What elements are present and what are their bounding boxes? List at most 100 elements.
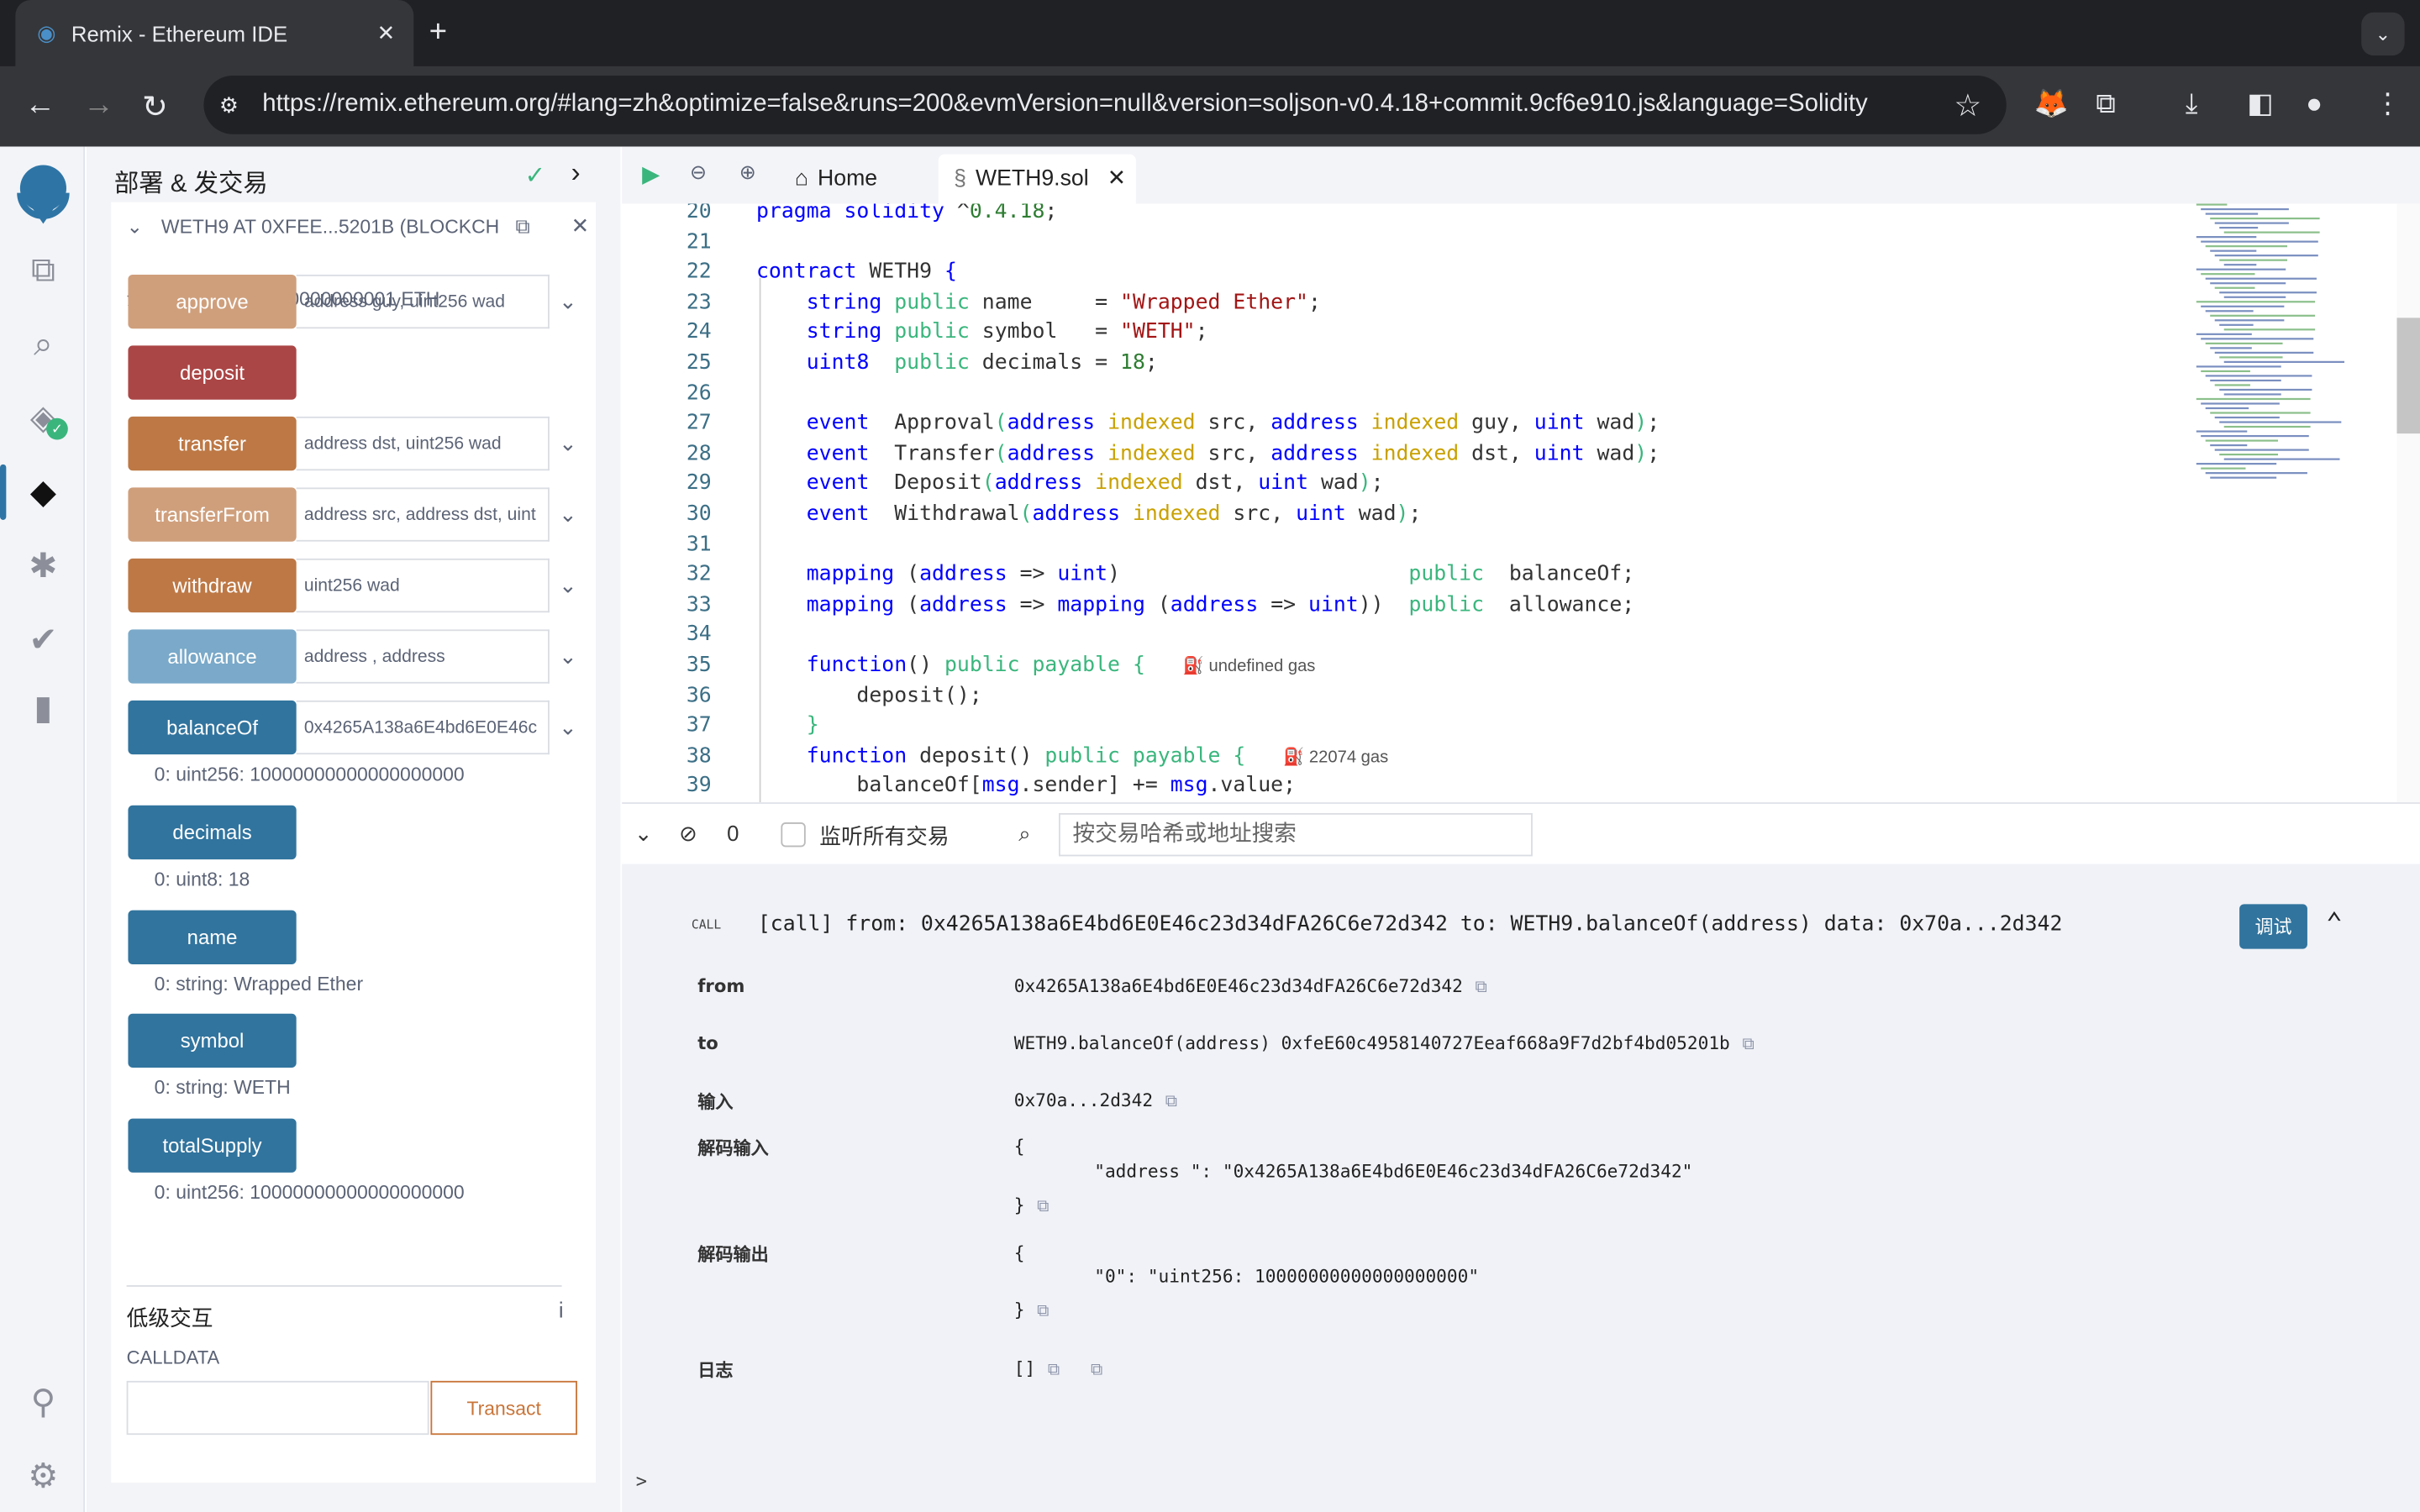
balanceOf-button[interactable]: balanceOf [128, 700, 297, 755]
browser-menu-icon[interactable]: ⋮ [2374, 88, 2402, 121]
code-line[interactable]: mapping (address => mapping (address => … [756, 592, 1634, 617]
code-line[interactable]: pragma solidity ^0.4.18; [756, 203, 1057, 223]
copy-icon[interactable]: ⧉ [1476, 977, 1487, 997]
totalSupply-button[interactable]: totalSupply [128, 1118, 297, 1173]
name-button[interactable]: name [128, 910, 297, 964]
clear-icon[interactable]: ⊘ [679, 821, 697, 847]
code-line[interactable]: } [756, 713, 819, 738]
code-line[interactable]: event Transfer(address indexed src, addr… [756, 441, 1660, 465]
code-line[interactable]: function() public payable { ⛽ undefined … [756, 653, 1316, 677]
new-tab-icon[interactable]: + [429, 15, 447, 50]
expand-chevron-icon[interactable]: ⌄ [550, 559, 587, 612]
site-info-icon[interactable]: ⚙ [219, 92, 239, 118]
transfer-button[interactable]: transfer [128, 416, 297, 471]
expand-chevron-icon[interactable]: ⌄ [550, 417, 587, 470]
symbol-button[interactable]: symbol [128, 1013, 297, 1068]
zoom-in-icon[interactable]: ⊕ [739, 160, 756, 185]
close-tab-icon[interactable]: ✕ [1107, 166, 1126, 191]
allowance-button[interactable]: allowance [128, 629, 297, 684]
code-line[interactable]: string public name = "Wrapped Ether"; [756, 290, 1321, 314]
remix-logo-icon[interactable] [8, 159, 78, 229]
minimap[interactable] [2196, 203, 2381, 481]
address-bar[interactable]: ⚙ https://remix.ethereum.org/#lang=zh&op… [203, 76, 2007, 134]
close-tab-icon[interactable]: ✕ [377, 20, 396, 46]
copy-icon[interactable]: ⧉ [1037, 1300, 1049, 1320]
calldata-input[interactable] [126, 1380, 429, 1436]
file-explorer-icon[interactable]: ⧉ [22, 249, 65, 291]
expand-chevron-icon[interactable]: ⌄ [550, 701, 587, 754]
back-icon[interactable]: ← [24, 88, 55, 123]
chevron-up-icon[interactable]: ⌃ [2326, 907, 2343, 940]
code-line[interactable]: mapping (address => uint) public balance… [756, 562, 1634, 586]
editor-scrollbar[interactable] [2396, 203, 2420, 803]
code-line[interactable]: contract WETH9 { [756, 260, 957, 284]
reload-icon[interactable]: ↻ [142, 88, 168, 127]
chevron-right-icon[interactable]: › [571, 157, 581, 190]
listen-checkbox[interactable] [781, 822, 806, 848]
minimap-line [2205, 213, 2259, 215]
zoom-out-icon[interactable]: ⊖ [690, 160, 707, 185]
tx-search-input[interactable]: 按交易哈希或地址搜索 [1059, 812, 1533, 857]
close-icon[interactable]: ✕ [571, 213, 590, 239]
transact-button[interactable]: Transact [430, 1380, 577, 1436]
test-icon[interactable]: ✔ [22, 619, 65, 662]
copy-icon[interactable]: ⧉ [1091, 1359, 1102, 1379]
code-line[interactable]: event Deposit(address indexed dst, uint … [756, 471, 1384, 496]
terminal-prompt[interactable]: > [636, 1470, 647, 1492]
copy-icon[interactable]: ⧉ [515, 213, 529, 238]
run-play-icon[interactable]: ▶ [642, 160, 660, 188]
withdraw-button[interactable]: withdraw [128, 558, 297, 613]
chevron-down-icon[interactable]: ⌄ [127, 214, 143, 238]
bookmark-star-icon[interactable]: ☆ [1954, 86, 1981, 124]
code-line[interactable]: deposit(); [756, 683, 981, 707]
expand-chevron-icon[interactable]: ⌄ [550, 629, 587, 683]
home-icon: ⌂ [794, 166, 809, 192]
copy-icon[interactable]: ⧉ [1037, 1195, 1049, 1215]
collapse-terminal-icon[interactable]: ⌄ [634, 821, 653, 847]
metamask-icon[interactable]: 🦊 [2034, 88, 2069, 121]
copy-icon[interactable]: ⧉ [1742, 1034, 1754, 1054]
forward-icon[interactable]: → [83, 88, 114, 123]
decimals-button[interactable]: decimals [128, 805, 297, 860]
settings-gear-icon[interactable]: ⚙ [22, 1455, 65, 1498]
deposit-button[interactable]: deposit [128, 345, 297, 400]
code-line[interactable]: string public symbol = "WETH"; [756, 320, 1208, 344]
balanceOf-input[interactable]: 0x4265A138a6E4bd6E0E46c [296, 700, 550, 755]
code-editor[interactable]: 20 pragma solidity ^0.4.18; 21 22 contract W… [622, 203, 2420, 803]
allowance-input[interactable]: address , address [296, 629, 550, 684]
code-line[interactable]: event Withdrawal(address indexed src, ui… [756, 501, 1422, 526]
copy-icon[interactable]: ⧉ [1048, 1359, 1060, 1379]
expand-chevron-icon[interactable]: ⌄ [550, 487, 587, 541]
extensions-icon[interactable]: ⧉ [2096, 88, 2116, 121]
download-icon[interactable]: ⤓ [2186, 88, 2198, 121]
code-line[interactable]: balanceOf[msg.sender] += msg.value; [756, 774, 1296, 798]
profile-avatar[interactable]: ● [2306, 88, 2323, 121]
expand-chevron-icon[interactable]: ⌄ [550, 275, 587, 328]
code-line[interactable]: function deposit() public payable { ⛽ 22… [756, 743, 1389, 768]
tab-search-icon[interactable]: ⌄ [2361, 12, 2405, 56]
code-line[interactable]: uint8 public decimals = 18; [756, 350, 1158, 375]
transferFrom-button[interactable]: transferFrom [128, 487, 297, 542]
code-line[interactable]: event Approval(address indexed src, addr… [756, 411, 1660, 435]
tab-home[interactable]: ⌂ Home [795, 155, 877, 204]
debug-button[interactable]: 调试 [2239, 904, 2307, 949]
search-icon[interactable]: ⌕ [22, 323, 65, 365]
info-icon[interactable]: i [559, 1298, 564, 1322]
transferFrom-input[interactable]: address src, address dst, uint [296, 487, 550, 542]
approve-button[interactable]: approve [128, 274, 297, 329]
side-panel-icon[interactable]: ◧ [2247, 88, 2273, 121]
approve-input[interactable]: address guy, uint256 wad [296, 274, 550, 329]
learn-icon[interactable]: ▮ [22, 686, 65, 729]
debugger-icon[interactable]: ✱ [22, 544, 65, 587]
solidity-compiler-icon[interactable]: ◈ ✓ [22, 396, 68, 440]
copy-icon[interactable]: ⧉ [1165, 1091, 1177, 1111]
withdraw-input[interactable]: uint256 wad [296, 558, 550, 613]
instance-header[interactable]: ⌄ WETH9 AT 0XFEE...5201B (BLOCKCH ⧉ ✕ [127, 213, 590, 239]
scrollbar-thumb[interactable] [2396, 318, 2420, 434]
transfer-input[interactable]: address dst, uint256 wad [296, 416, 550, 471]
deploy-run-icon[interactable]: ◆ [22, 470, 65, 513]
browser-tab[interactable]: ◉ Remix - Ethereum IDE ✕ [15, 0, 414, 66]
plugin-manager-icon[interactable]: ⚲ [22, 1381, 65, 1424]
call-summary[interactable]: [call] from: 0x4265A138a6E4bd6E0E46c23d3… [758, 912, 2063, 937]
tab-weth9-sol[interactable]: § WETH9.sol ✕ [938, 154, 1136, 204]
